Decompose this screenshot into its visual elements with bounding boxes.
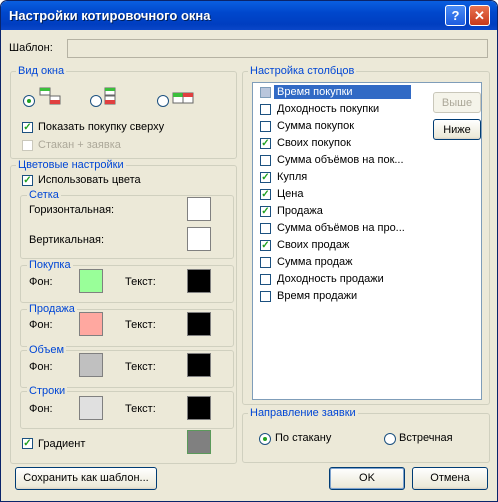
show-buy-top-label: Показать покупку сверху bbox=[38, 121, 165, 133]
column-checkbox[interactable] bbox=[260, 257, 271, 268]
volume-group-title: Объем bbox=[27, 344, 67, 356]
buy-group-title: Покупка bbox=[27, 259, 73, 271]
layout-sell-top-icon bbox=[104, 87, 116, 105]
grid-vertical-color[interactable] bbox=[187, 227, 211, 251]
grid-horizontal-label: Горизонтальная: bbox=[29, 204, 115, 216]
grid-group-title: Сетка bbox=[27, 189, 61, 201]
template-field[interactable] bbox=[67, 39, 488, 58]
close-button[interactable]: ✕ bbox=[469, 5, 490, 26]
column-label: Цена bbox=[277, 188, 304, 200]
rows-bg-label: Фон: bbox=[29, 403, 53, 415]
column-list-item[interactable]: ✓ Продажа bbox=[253, 203, 481, 220]
column-label: Купля bbox=[277, 171, 308, 183]
column-checkbox[interactable]: ✓ bbox=[260, 189, 271, 200]
grid-vertical-label: Вертикальная: bbox=[29, 234, 105, 246]
direction-group-title: Направление заявки bbox=[248, 407, 358, 419]
column-checkbox[interactable]: ✓ bbox=[260, 138, 271, 149]
column-list-item[interactable]: Доходность продажи bbox=[253, 271, 481, 288]
move-down-button[interactable]: Ниже bbox=[433, 119, 481, 140]
column-label: Сумма объёмов на пок... bbox=[277, 154, 404, 166]
cancel-button[interactable]: Отмена bbox=[412, 467, 488, 490]
counter-label: Встречная bbox=[399, 432, 453, 444]
layout-buy-top-icon bbox=[39, 87, 61, 105]
column-label: Сумма продаж bbox=[277, 256, 353, 268]
buy-bg-color[interactable] bbox=[79, 269, 103, 293]
column-label: Своих продаж bbox=[277, 239, 350, 251]
buy-text-label: Текст: bbox=[125, 276, 156, 288]
template-label: Шаблон: bbox=[9, 42, 53, 54]
move-up-button[interactable]: Выше bbox=[433, 92, 481, 113]
column-checkbox[interactable]: ✓ bbox=[260, 206, 271, 217]
column-checkbox[interactable] bbox=[260, 223, 271, 234]
column-list-item[interactable]: Сумма продаж bbox=[253, 254, 481, 271]
column-list-item[interactable]: ✓ Цена bbox=[253, 186, 481, 203]
column-list-item[interactable]: Сумма объёмов на про... bbox=[253, 220, 481, 237]
view-group-title: Вид окна bbox=[16, 65, 67, 77]
buy-text-color[interactable] bbox=[187, 269, 211, 293]
stack-order-label: Стакан + заявка bbox=[38, 139, 121, 151]
column-checkbox[interactable] bbox=[260, 291, 271, 302]
settings-dialog: Настройки котировочного окна ? ✕ Шаблон:… bbox=[0, 0, 498, 502]
colors-group-title: Цветовые настройки bbox=[16, 159, 126, 171]
column-label: Сумма покупок bbox=[277, 120, 355, 132]
volume-text-label: Текст: bbox=[125, 361, 156, 373]
column-list-item[interactable]: Сумма объёмов на пок... bbox=[253, 152, 481, 169]
rows-text-color[interactable] bbox=[187, 396, 211, 420]
column-checkbox[interactable]: ✓ bbox=[260, 240, 271, 251]
column-checkbox[interactable] bbox=[260, 155, 271, 166]
layout-radio-1[interactable] bbox=[23, 95, 35, 107]
layout-horizontal-icon bbox=[172, 92, 194, 104]
use-colors-checkbox[interactable]: ✓ bbox=[22, 175, 33, 186]
column-list-item[interactable]: ✓ Своих продаж bbox=[253, 237, 481, 254]
show-buy-top-checkbox[interactable]: ✓ bbox=[22, 122, 33, 133]
rows-bg-color[interactable] bbox=[79, 396, 103, 420]
by-stack-label: По стакану bbox=[275, 432, 332, 444]
window-title: Настройки котировочного окна bbox=[9, 8, 211, 23]
column-checkbox[interactable] bbox=[260, 87, 271, 98]
column-label: Продажа bbox=[277, 205, 323, 217]
column-checkbox[interactable] bbox=[260, 104, 271, 115]
sell-text-color[interactable] bbox=[187, 312, 211, 336]
volume-text-color[interactable] bbox=[187, 353, 211, 377]
column-label: Доходность продажи bbox=[277, 273, 384, 285]
layout-radio-3[interactable] bbox=[157, 95, 169, 107]
gradient-color[interactable] bbox=[187, 430, 211, 454]
volume-bg-color[interactable] bbox=[79, 353, 103, 377]
title-bar[interactable]: Настройки котировочного окна ? ✕ bbox=[1, 1, 497, 30]
rows-text-label: Текст: bbox=[125, 403, 156, 415]
sell-group-title: Продажа bbox=[27, 303, 77, 315]
column-label: Своих покупок bbox=[277, 137, 351, 149]
volume-bg-label: Фон: bbox=[29, 361, 53, 373]
column-label: Время продажи bbox=[277, 290, 358, 302]
save-template-button[interactable]: Сохранить как шаблон... bbox=[15, 467, 157, 490]
column-checkbox[interactable] bbox=[260, 274, 271, 285]
gradient-label: Градиент bbox=[38, 438, 86, 450]
column-checkbox[interactable] bbox=[260, 121, 271, 132]
buy-bg-label: Фон: bbox=[29, 276, 53, 288]
rows-group-title: Строки bbox=[27, 385, 68, 397]
column-label: Доходность покупки bbox=[277, 103, 380, 115]
sell-text-label: Текст: bbox=[125, 319, 156, 331]
column-checkbox[interactable]: ✓ bbox=[260, 172, 271, 183]
use-colors-label: Использовать цвета bbox=[38, 174, 141, 186]
column-list-item[interactable]: ✓ Купля bbox=[253, 169, 481, 186]
column-label: Сумма объёмов на про... bbox=[277, 222, 405, 234]
help-button[interactable]: ? bbox=[445, 5, 466, 26]
counter-radio[interactable] bbox=[384, 433, 396, 445]
sell-bg-label: Фон: bbox=[29, 319, 53, 331]
by-stack-radio[interactable] bbox=[259, 433, 271, 445]
column-label: Время покупки bbox=[274, 85, 411, 99]
ok-button[interactable]: OK bbox=[329, 467, 405, 490]
sell-bg-color[interactable] bbox=[79, 312, 103, 336]
grid-horizontal-color[interactable] bbox=[187, 197, 211, 221]
layout-radio-2[interactable] bbox=[90, 95, 102, 107]
gradient-checkbox[interactable]: ✓ bbox=[22, 438, 33, 449]
column-list-item[interactable]: Время продажи bbox=[253, 288, 481, 305]
columns-group-title: Настройка столбцов bbox=[248, 65, 357, 77]
stack-order-checkbox[interactable] bbox=[22, 140, 33, 151]
